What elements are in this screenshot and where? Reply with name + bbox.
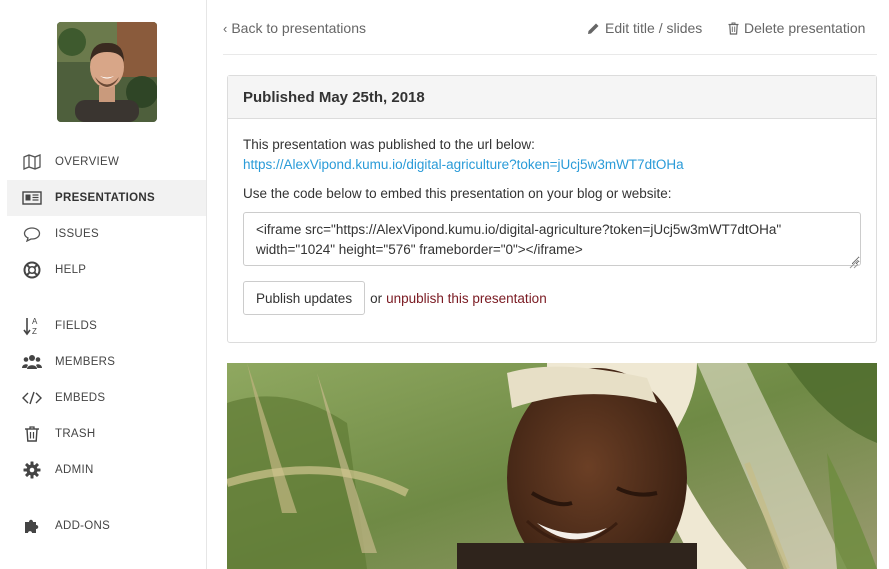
resize-grip-icon[interactable]	[849, 259, 859, 269]
sidebar-item-label: OVERVIEW	[55, 156, 120, 168]
embed-code-textarea[interactable]: <iframe src="https://AlexVipond.kumu.io/…	[243, 212, 861, 266]
panel-body: This presentation was published to the u…	[228, 119, 876, 315]
sidebar-item-label: FIELDS	[55, 320, 98, 332]
puzzle-icon	[22, 516, 42, 536]
publish-updates-button[interactable]: Publish updates	[243, 281, 366, 315]
presentation-icon	[22, 188, 42, 208]
pencil-icon	[588, 23, 599, 34]
svg-text:Z: Z	[32, 327, 37, 336]
sidebar-item-issues[interactable]: ISSUES	[7, 216, 206, 252]
avatar[interactable]	[57, 22, 157, 122]
users-icon	[22, 352, 42, 372]
sidebar-item-admin[interactable]: ADMIN	[7, 452, 206, 488]
speech-bubble-icon	[22, 224, 42, 244]
embed-instructions: Use the code below to embed this present…	[243, 186, 672, 201]
publish-panel: Published May 25th, 2018 This presentati…	[227, 75, 877, 343]
sidebar-item-label: MEMBERS	[55, 356, 116, 368]
publish-actions: Publish updates or unpublish this presen…	[243, 281, 861, 315]
panel-header: Published May 25th, 2018	[228, 76, 876, 119]
sidebar-item-label: ISSUES	[55, 228, 99, 240]
sidebar-item-label: PRESENTATIONS	[55, 192, 155, 204]
delete-link-label: Delete presentation	[744, 20, 866, 36]
edit-link-label: Edit title / slides	[605, 20, 703, 36]
chevron-left-icon: ‹	[223, 20, 228, 36]
sidebar-item-label: ADMIN	[55, 464, 94, 476]
sidebar-item-add-ons[interactable]: ADD-ONS	[7, 508, 206, 544]
sidebar-item-label: HELP	[55, 264, 87, 276]
back-link-label: Back to presentations	[231, 20, 366, 36]
published-url-link[interactable]: https://AlexVipond.kumu.io/digital-agric…	[243, 156, 684, 174]
lifebuoy-icon	[22, 260, 42, 280]
map-icon	[22, 152, 42, 172]
sidebar-item-help[interactable]: HELP	[7, 252, 206, 288]
edit-title-slides-link[interactable]: Edit title / slides	[587, 20, 702, 36]
unpublish-link[interactable]: unpublish this presentation	[386, 291, 547, 306]
delete-presentation-link[interactable]: Delete presentation	[728, 20, 865, 36]
trash-icon	[728, 22, 739, 35]
back-to-presentations-link[interactable]: ‹ Back to presentations	[223, 20, 366, 36]
sidebar-item-trash[interactable]: TRASH	[7, 416, 206, 452]
sidebar-item-embeds[interactable]: EMBEDS	[7, 380, 206, 416]
sidebar: OVERVIEW PRESENTATIONS ISSUES HELP AZ FI…	[0, 0, 207, 569]
trash-icon	[22, 424, 42, 444]
gear-icon	[22, 460, 42, 480]
svg-text:A: A	[32, 317, 38, 326]
sidebar-item-fields[interactable]: AZ FIELDS	[7, 308, 206, 344]
sidebar-item-label: ADD-ONS	[55, 520, 111, 532]
top-bar: ‹ Back to presentations Edit title / sli…	[223, 0, 877, 55]
sidebar-item-members[interactable]: MEMBERS	[7, 344, 206, 380]
published-title: Published May 25th, 2018	[243, 89, 425, 106]
presentation-cover-image	[227, 363, 877, 569]
sidebar-item-overview[interactable]: OVERVIEW	[7, 144, 206, 180]
sidebar-item-presentations[interactable]: PRESENTATIONS	[7, 180, 206, 216]
code-icon	[22, 388, 42, 408]
sidebar-item-label: EMBEDS	[55, 392, 106, 404]
sort-az-icon: AZ	[22, 316, 42, 336]
or-text: or	[370, 290, 383, 306]
sidebar-item-label: TRASH	[55, 428, 96, 440]
published-url-text: This presentation was published to the u…	[243, 137, 535, 152]
